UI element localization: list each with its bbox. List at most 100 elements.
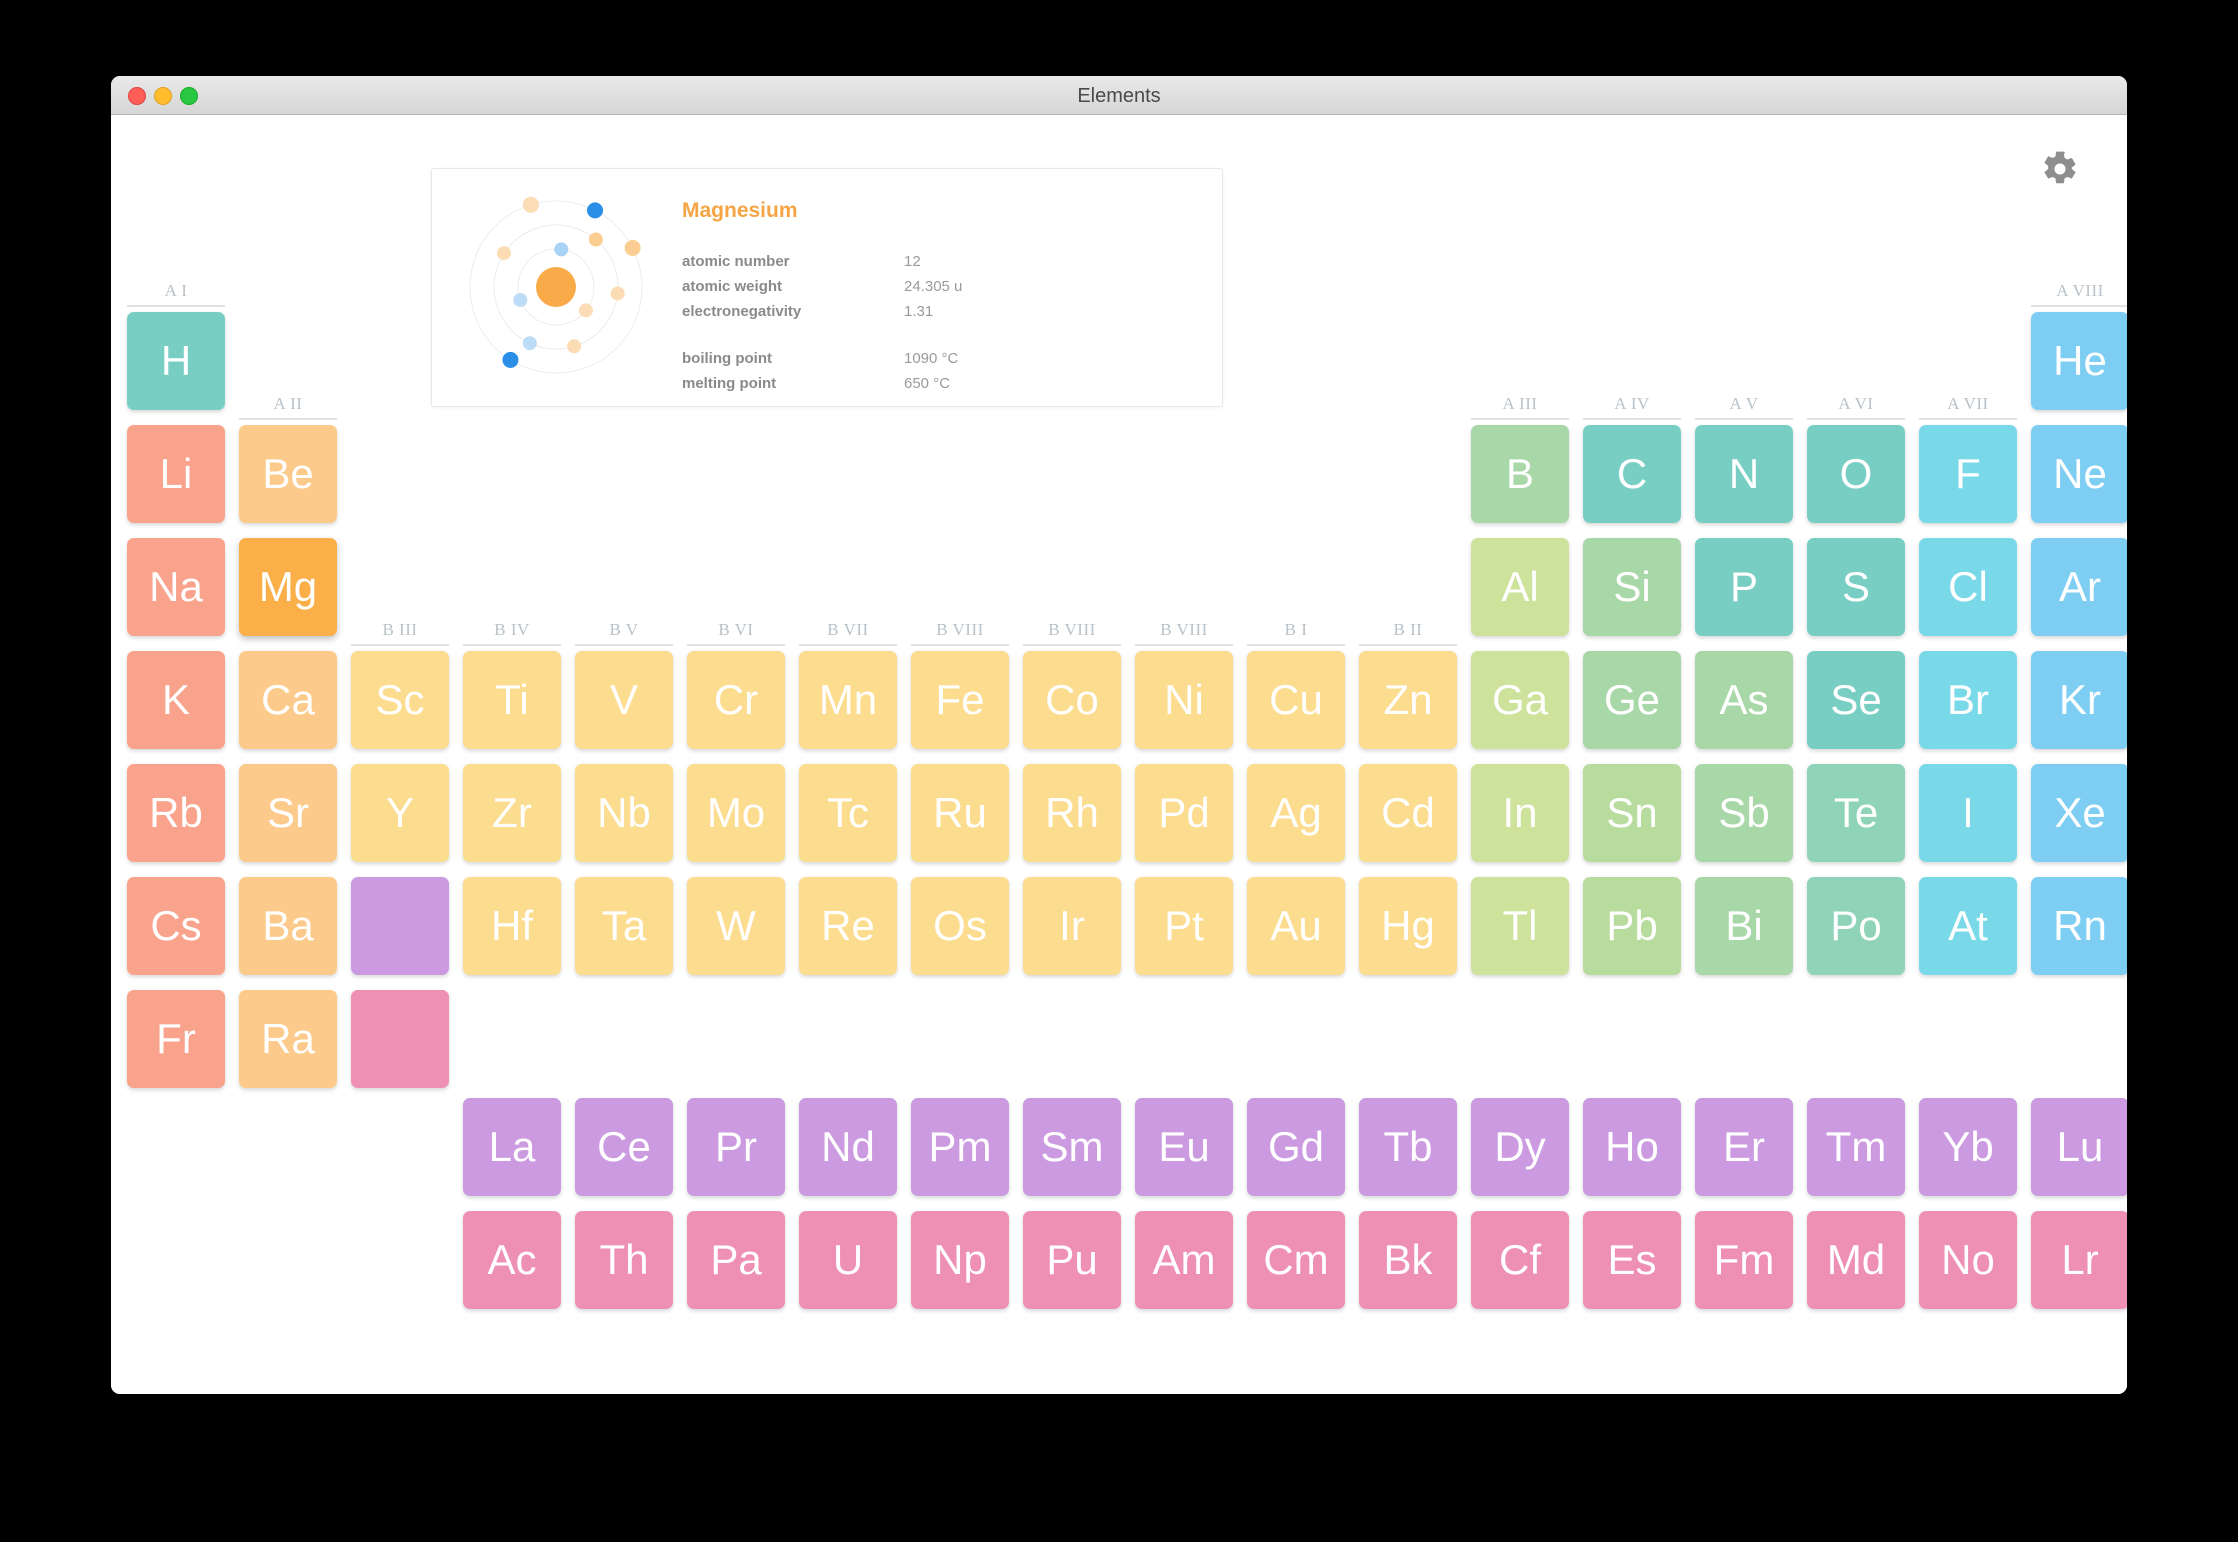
element-tile-po[interactable]: Po <box>1807 877 1905 975</box>
element-tile-ti[interactable]: Ti <box>463 651 561 749</box>
element-tile-be[interactable]: Be <box>239 425 337 523</box>
element-tile-pu[interactable]: Pu <box>1023 1211 1121 1309</box>
element-tile-n[interactable]: N <box>1695 425 1793 523</box>
element-tile-lr[interactable]: Lr <box>2031 1211 2127 1309</box>
element-tile-pt[interactable]: Pt <box>1135 877 1233 975</box>
element-tile-pd[interactable]: Pd <box>1135 764 1233 862</box>
element-tile-es[interactable]: Es <box>1583 1211 1681 1309</box>
element-tile-yb[interactable]: Yb <box>1919 1098 2017 1196</box>
element-tile-cm[interactable]: Cm <box>1247 1211 1345 1309</box>
element-tile-p[interactable]: P <box>1695 538 1793 636</box>
element-tile-he[interactable]: He <box>2031 312 2127 410</box>
element-tile-kr[interactable]: Kr <box>2031 651 2127 749</box>
element-tile-al[interactable]: Al <box>1471 538 1569 636</box>
element-tile-pa[interactable]: Pa <box>687 1211 785 1309</box>
element-tile-rn[interactable]: Rn <box>2031 877 2127 975</box>
element-tile-au[interactable]: Au <box>1247 877 1345 975</box>
element-tile-mo[interactable]: Mo <box>687 764 785 862</box>
element-tile-cf[interactable]: Cf <box>1471 1211 1569 1309</box>
element-tile-ca[interactable]: Ca <box>239 651 337 749</box>
element-tile-in[interactable]: In <box>1471 764 1569 862</box>
element-tile-bk[interactable]: Bk <box>1359 1211 1457 1309</box>
element-tile-na[interactable]: Na <box>127 538 225 636</box>
element-tile-lu[interactable]: Lu <box>2031 1098 2127 1196</box>
element-tile-ce[interactable]: Ce <box>575 1098 673 1196</box>
element-tile-se[interactable]: Se <box>1807 651 1905 749</box>
element-tile-zr[interactable]: Zr <box>463 764 561 862</box>
element-tile-ac[interactable]: Ac <box>463 1211 561 1309</box>
element-tile-ne[interactable]: Ne <box>2031 425 2127 523</box>
element-tile-ho[interactable]: Ho <box>1583 1098 1681 1196</box>
element-tile-fr[interactable]: Fr <box>127 990 225 1088</box>
element-tile-gd[interactable]: Gd <box>1247 1098 1345 1196</box>
element-tile-ga[interactable]: Ga <box>1471 651 1569 749</box>
element-tile-cl[interactable]: Cl <box>1919 538 2017 636</box>
element-tile-si[interactable]: Si <box>1583 538 1681 636</box>
element-tile-nb[interactable]: Nb <box>575 764 673 862</box>
element-tile-ag[interactable]: Ag <box>1247 764 1345 862</box>
element-tile-er[interactable]: Er <box>1695 1098 1793 1196</box>
element-tile-s[interactable]: S <box>1807 538 1905 636</box>
element-tile-tb[interactable]: Tb <box>1359 1098 1457 1196</box>
element-tile-li[interactable]: Li <box>127 425 225 523</box>
element-tile-zn[interactable]: Zn <box>1359 651 1457 749</box>
element-tile-ge[interactable]: Ge <box>1583 651 1681 749</box>
element-tile-cs[interactable]: Cs <box>127 877 225 975</box>
element-tile-y[interactable]: Y <box>351 764 449 862</box>
element-tile-o[interactable]: O <box>1807 425 1905 523</box>
element-tile-sm[interactable]: Sm <box>1023 1098 1121 1196</box>
element-tile-nd[interactable]: Nd <box>799 1098 897 1196</box>
element-tile-sr[interactable]: Sr <box>239 764 337 862</box>
element-tile-sb[interactable]: Sb <box>1695 764 1793 862</box>
element-tile-np[interactable]: Np <box>911 1211 1009 1309</box>
element-tile-sc[interactable]: Sc <box>351 651 449 749</box>
element-tile-cu[interactable]: Cu <box>1247 651 1345 749</box>
element-tile-i[interactable]: I <box>1919 764 2017 862</box>
element-tile-rh[interactable]: Rh <box>1023 764 1121 862</box>
element-tile-br[interactable]: Br <box>1919 651 2017 749</box>
element-tile-ta[interactable]: Ta <box>575 877 673 975</box>
element-tile-pm[interactable]: Pm <box>911 1098 1009 1196</box>
element-tile-pb[interactable]: Pb <box>1583 877 1681 975</box>
element-tile-f[interactable]: F <box>1919 425 2017 523</box>
element-tile-cr[interactable]: Cr <box>687 651 785 749</box>
element-tile-tc[interactable]: Tc <box>799 764 897 862</box>
element-tile-ba[interactable]: Ba <box>239 877 337 975</box>
element-tile-hf[interactable]: Hf <box>463 877 561 975</box>
element-tile-mg[interactable]: Mg <box>239 538 337 636</box>
element-tile-am[interactable]: Am <box>1135 1211 1233 1309</box>
element-tile-ra[interactable]: Ra <box>239 990 337 1088</box>
element-tile-u[interactable]: U <box>799 1211 897 1309</box>
element-tile-no[interactable]: No <box>1919 1211 2017 1309</box>
element-tile-fm[interactable]: Fm <box>1695 1211 1793 1309</box>
element-tile-hg[interactable]: Hg <box>1359 877 1457 975</box>
element-tile-pr[interactable]: Pr <box>687 1098 785 1196</box>
element-tile-te[interactable]: Te <box>1807 764 1905 862</box>
element-tile-co[interactable]: Co <box>1023 651 1121 749</box>
element-tile-sn[interactable]: Sn <box>1583 764 1681 862</box>
element-tile-re[interactable]: Re <box>799 877 897 975</box>
element-tile-ni[interactable]: Ni <box>1135 651 1233 749</box>
element-tile-xe[interactable]: Xe <box>2031 764 2127 862</box>
element-tile-md[interactable]: Md <box>1807 1211 1905 1309</box>
element-tile-as[interactable]: As <box>1695 651 1793 749</box>
element-tile-dy[interactable]: Dy <box>1471 1098 1569 1196</box>
element-tile-bi[interactable]: Bi <box>1695 877 1793 975</box>
element-tile-eu[interactable]: Eu <box>1135 1098 1233 1196</box>
element-tile-fe[interactable]: Fe <box>911 651 1009 749</box>
element-tile-cd[interactable]: Cd <box>1359 764 1457 862</box>
element-tile-h[interactable]: H <box>127 312 225 410</box>
element-tile-ru[interactable]: Ru <box>911 764 1009 862</box>
element-tile-rb[interactable]: Rb <box>127 764 225 862</box>
element-tile-v[interactable]: V <box>575 651 673 749</box>
element-tile-tm[interactable]: Tm <box>1807 1098 1905 1196</box>
element-tile-os[interactable]: Os <box>911 877 1009 975</box>
element-tile-ir[interactable]: Ir <box>1023 877 1121 975</box>
element-tile-mn[interactable]: Mn <box>799 651 897 749</box>
element-tile-th[interactable]: Th <box>575 1211 673 1309</box>
element-tile-w[interactable]: W <box>687 877 785 975</box>
element-tile-at[interactable]: At <box>1919 877 2017 975</box>
element-tile-c[interactable]: C <box>1583 425 1681 523</box>
element-tile-ar[interactable]: Ar <box>2031 538 2127 636</box>
element-tile-b[interactable]: B <box>1471 425 1569 523</box>
